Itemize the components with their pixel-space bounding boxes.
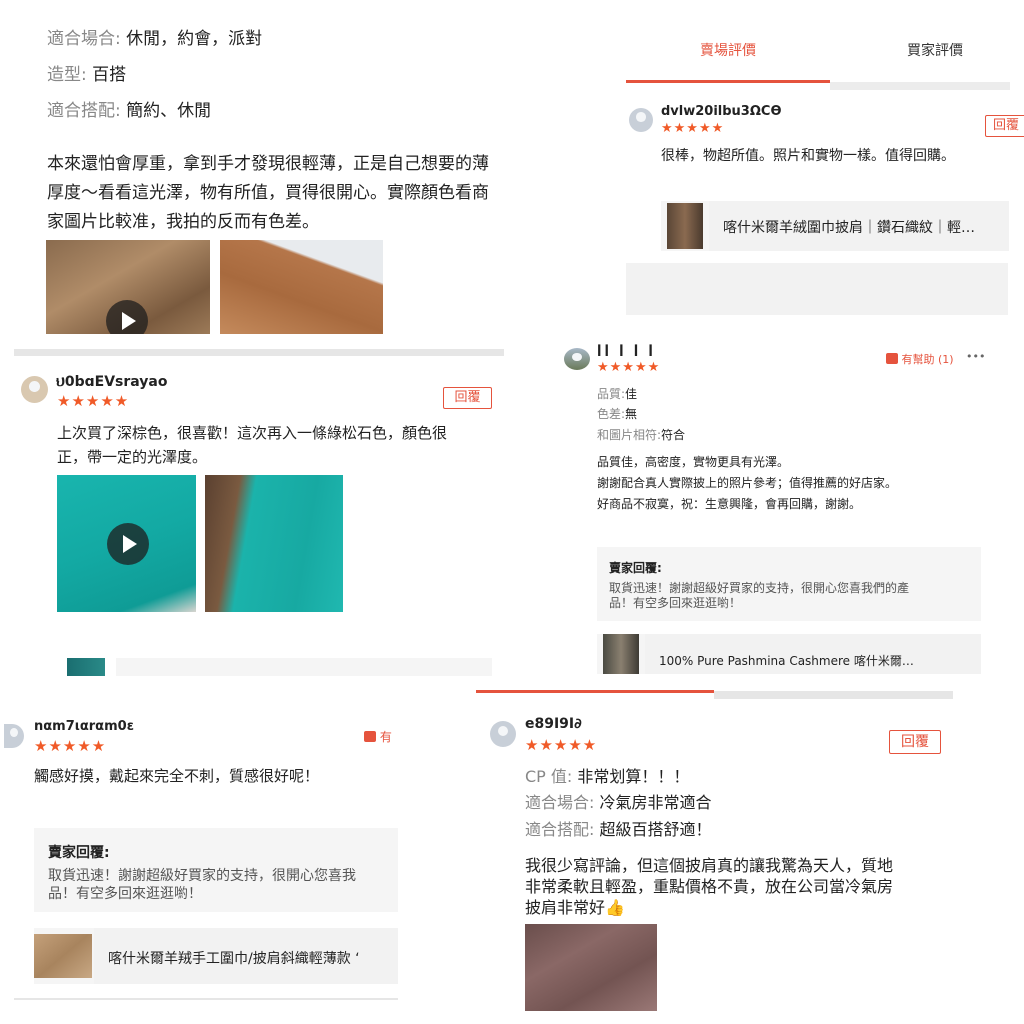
review-text: 品質佳，高密度，實物更具有光澤。 謝謝配合真人實際披上的照片參考；值得推薦的好店… xyxy=(597,455,898,511)
reply-button[interactable]: 回覆 xyxy=(889,730,941,754)
review-video-thumbnail[interactable] xyxy=(46,240,210,334)
rating-stars: ★★★★★ xyxy=(661,121,725,136)
tab-active-indicator xyxy=(626,80,830,83)
review-text: 我很少寫評論，但這個披肩真的讓我驚為天人，質地 非常柔軟且輕盈，重點價格不貴，放… xyxy=(525,856,894,917)
divider xyxy=(14,349,504,356)
avatar[interactable] xyxy=(564,348,590,370)
product-title: 喀什米爾羊羢手工圍巾/披肩斜織輕薄款 ‘ xyxy=(108,951,360,967)
more-options-icon[interactable]: ••• xyxy=(966,350,985,363)
review-text: 本來還怕會厚重，拿到手才發現很輕薄，正是自己想要的薄 厚度～看看這光澤，物有所值… xyxy=(47,154,489,232)
seller-reply: 賣家回覆: 取貨迅速！謝謝超級好買家的支持，很開心您喜我們的產 品！有空多回來逛… xyxy=(597,547,981,621)
review-text: 上次買了深棕色，很喜歡！這次再入一條綠松石色，顏色很 正，帶一定的光澤度。 xyxy=(57,424,448,466)
attr-style: 造型: 百搭 xyxy=(47,65,127,85)
review-photo-thumbnail[interactable] xyxy=(205,475,343,612)
play-icon[interactable] xyxy=(107,523,149,565)
product-title: 100% Pure Pashmina Cashmere 喀什米爾… xyxy=(659,654,914,668)
rating-stars: ★★★★★ xyxy=(597,360,661,375)
attr-cp: CP 值: 非常划算！！！ xyxy=(525,767,690,786)
avatar[interactable] xyxy=(21,376,48,403)
tab-active-indicator xyxy=(476,690,714,693)
attr-occasion: 適合場合: 冷氣房非常適合 xyxy=(525,793,712,812)
avatar[interactable] xyxy=(490,721,516,747)
seller-reply-text: 取貨迅速！謝謝超級好買家的支持，很開心您喜我 品！有空多回來逛逛喲！ xyxy=(48,868,356,902)
username: ꟾꟾ ꟾ ꟾ ꟾ xyxy=(597,345,656,359)
seller-reply-title: 賣家回覆: xyxy=(609,561,662,575)
attr-match: 適合搭配: 超級百搭舒適！ xyxy=(525,820,712,839)
tab-store-reviews[interactable]: 賣場評價 xyxy=(626,40,830,60)
avatar[interactable] xyxy=(4,724,24,748)
review-photo-thumbnail[interactable] xyxy=(220,240,383,334)
product-thumbnail xyxy=(603,634,639,674)
product-thumbnail xyxy=(34,934,92,978)
product-thumbnail xyxy=(667,203,703,249)
attr-color: 色差:無 xyxy=(597,407,638,421)
product-link[interactable]: 喀什米爾羊絨圍巾披肩｜鑽石織紋｜輕… xyxy=(661,201,1009,251)
helpful-button[interactable]: 有幫助 (1) xyxy=(886,351,954,367)
product-thumbnail[interactable] xyxy=(67,658,105,676)
username: nαm7ιαrαm0ε​ xyxy=(34,719,134,734)
username: dvlw20ilbu3ΩCϴ xyxy=(661,104,782,119)
rating-stars: ★★★★★ xyxy=(525,736,598,754)
tab-bar-bottom xyxy=(830,82,1010,90)
avatar[interactable] xyxy=(629,108,653,132)
review-text: 觸感好摸，戴起來完全不刺，質感很好呢！ xyxy=(34,767,320,785)
review-photo-thumbnail[interactable] xyxy=(525,924,657,1011)
seller-reply-text: 取貨迅速！謝謝超級好買家的支持，很開心您喜我們的產 品！有空多回來逛逛喲！ xyxy=(609,581,910,610)
attr-match: 和圖片相符:符合 xyxy=(597,428,686,442)
product-link[interactable]: 喀什米爾羊羢手工圍巾/披肩斜織輕薄款 ‘ xyxy=(34,928,398,984)
reply-button[interactable]: 回覆 xyxy=(443,387,492,409)
divider xyxy=(14,998,398,1000)
rating-stars: ★★★★★ xyxy=(57,392,130,410)
play-icon[interactable] xyxy=(106,300,148,334)
reply-button[interactable]: 回覆 xyxy=(985,115,1024,137)
divider xyxy=(714,691,953,699)
attr-quality: 品質:佳 xyxy=(597,387,638,401)
product-title: 喀什米爾羊絨圍巾披肩｜鑽石織紋｜輕… xyxy=(723,220,975,236)
seller-reply: 賣家回覆: 取貨迅速！謝謝超級好買家的支持，很開心您喜我 品！有空多回來逛逛喲！ xyxy=(34,828,398,912)
review-video-thumbnail[interactable] xyxy=(57,475,196,612)
username: ህ0bɑEVsrayao xyxy=(56,374,168,390)
product-link[interactable] xyxy=(116,658,492,676)
helpful-button[interactable]: 有 xyxy=(364,728,392,745)
thumbs-up-icon xyxy=(886,353,898,364)
review-text: 很棒，物超所值。照片和實物一樣。值得回購。 xyxy=(661,148,955,164)
thumbs-up-icon xyxy=(364,731,376,742)
attr-occasion: 適合場合: 休閒，約會，派對 xyxy=(47,29,263,49)
product-link[interactable]: 100% Pure Pashmina Cashmere 喀什米爾… xyxy=(597,634,981,674)
attr-match: 適合搭配: 簡約、休閒 xyxy=(47,101,212,121)
panel-footer xyxy=(626,263,1008,315)
rating-stars: ★★★★★ xyxy=(34,737,107,755)
username: e89I9I∂ xyxy=(525,716,582,732)
seller-reply-title: 賣家回覆: xyxy=(48,845,110,861)
tab-buyer-reviews[interactable]: 買家評價 xyxy=(830,40,1024,60)
